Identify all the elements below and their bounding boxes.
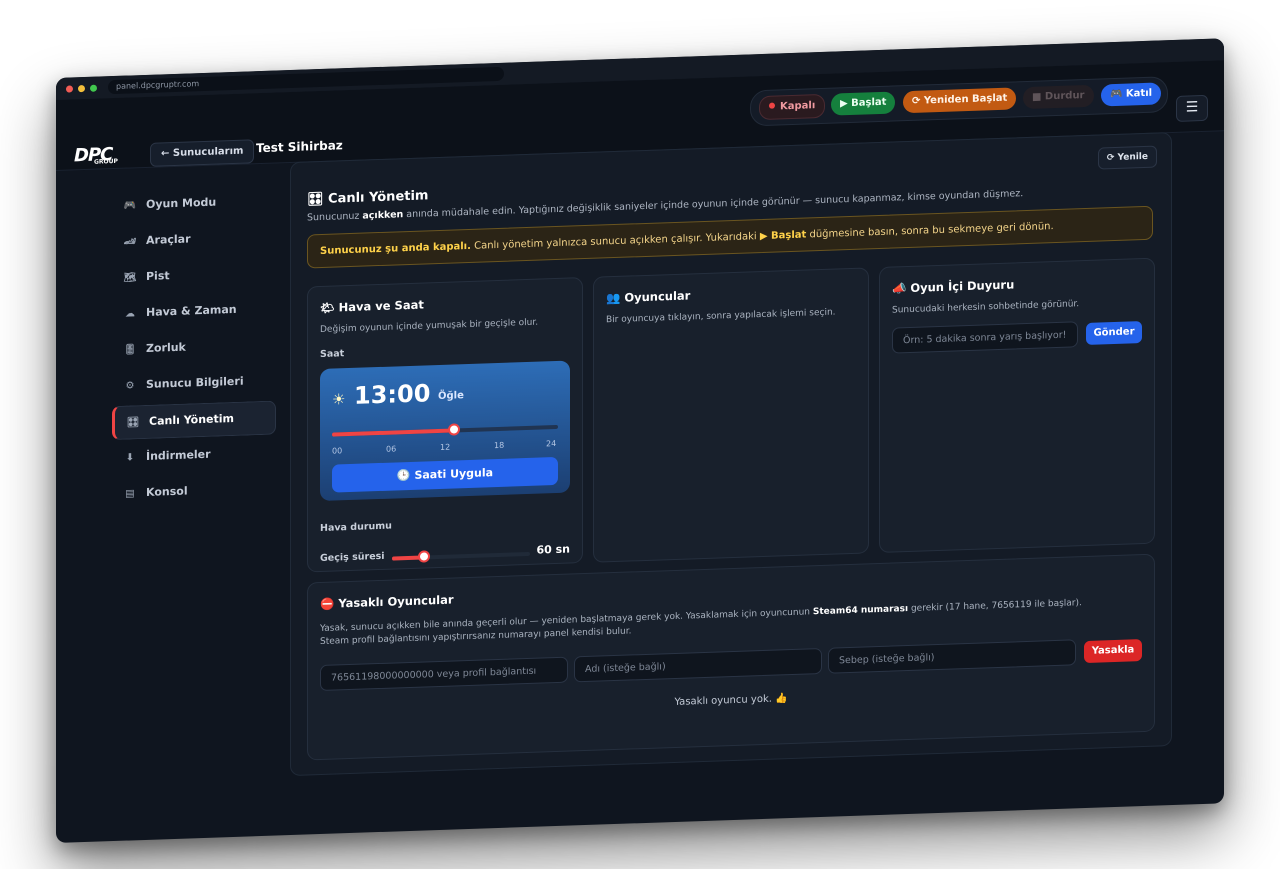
subtitle-bold: açıkken <box>362 209 404 222</box>
send-announcement-button[interactable]: Gönder <box>1086 321 1142 345</box>
sidebar-item-sunucu-bilgileri[interactable]: ⚙ Sunucu Bilgileri <box>112 365 272 402</box>
announcement-panel-subtitle: Sunucudaki herkesin sohbetinde görünür. <box>892 299 1080 316</box>
sidebar-item-label: Oyun Modu <box>146 195 217 211</box>
sidebar-item-pist[interactable]: 🗺 Pist <box>112 257 272 294</box>
maximize-window-dot[interactable] <box>90 84 97 92</box>
hamburger-menu-icon[interactable]: ☰ <box>1176 94 1208 122</box>
close-window-dot[interactable] <box>66 85 73 93</box>
sidebar-item-label: Canlı Yönetim <box>149 411 234 428</box>
players-panel-subtitle: Bir oyuncuya tıklayın, sonra yapılacak i… <box>606 307 836 326</box>
refresh-button[interactable]: ⟳ Yenile <box>1097 145 1157 170</box>
time-display: 13:00 <box>354 379 431 410</box>
time-tick: 00 <box>332 446 343 456</box>
warning-bold: Sunucunuz şu anda kapalı. <box>320 240 471 258</box>
time-slider[interactable] <box>332 423 558 437</box>
sidebar-item-konsol[interactable]: ▤ Konsol <box>112 473 272 510</box>
gear-icon: ⚙ <box>125 380 135 392</box>
stop-button[interactable]: ■ Durdur <box>1023 84 1094 110</box>
restart-button[interactable]: ⟳ Yeniden Başlat <box>903 87 1017 114</box>
live-management-section: ⟳ Yenile 🎛 Canlı Yönetim Sunucunuz açıkk… <box>290 132 1172 777</box>
transition-slider[interactable] <box>392 550 530 563</box>
time-tick: 24 <box>546 438 557 449</box>
transition-slider-handle[interactable] <box>417 550 430 563</box>
weather-panel-title: 🌤 Hava ve Saat <box>320 297 424 316</box>
page-title: 🎛 Canlı Yönetim <box>307 188 429 208</box>
subtitle-pre: Sunucunuz <box>307 210 363 224</box>
time-card: ☀ 13:00 Öğle 00 06 12 18 24 🕒 Saati Uygu… <box>320 360 570 502</box>
download-icon: ⬇ <box>125 452 135 464</box>
sidebar-item-indirmeler[interactable]: ⬇ İndirmeler <box>112 437 272 474</box>
time-slider-handle[interactable] <box>448 423 461 436</box>
race-car-icon: 🏎 <box>123 236 137 248</box>
status-badge: Kapalı <box>759 93 826 121</box>
announcement-panel: 📣 Oyun İçi Duyuru Sunucudaki herkesin so… <box>879 257 1155 554</box>
announcement-panel-title: 📣 Oyun İçi Duyuru <box>892 277 1015 296</box>
browser-window: panel.dpcgruptr.com DPC GROUP ← Sunucula… <box>56 38 1224 843</box>
time-label: Saat <box>320 348 345 361</box>
dpc-logo[interactable]: DPC GROUP <box>74 144 118 166</box>
warning-post: düğmesine basın, sonra bu sekmeye geri d… <box>806 221 1054 241</box>
sidebar-item-label: İndirmeler <box>146 447 211 463</box>
sidebar-item-label: Pist <box>146 269 170 283</box>
transition-value: 60 sn <box>536 542 570 557</box>
server-name: Test Sihirbaz <box>256 138 343 156</box>
time-tick: 18 <box>494 440 505 451</box>
banned-panel-title: ⛔ Yasaklı Oyuncular <box>320 592 454 612</box>
player-name-input[interactable]: Adı (isteğe bağlı) <box>574 647 822 683</box>
sidebar-item-oyun-modu[interactable]: 🎮 Oyun Modu <box>112 185 272 222</box>
slider-icon: 🎚 <box>123 344 137 356</box>
time-slider-fill <box>332 428 455 437</box>
logo-subtext: GROUP <box>94 157 118 166</box>
ban-reason-input[interactable]: Sebep (isteğe bağlı) <box>828 639 1076 674</box>
time-tick: 12 <box>440 442 451 452</box>
weather-time-panel: 🌤 Hava ve Saat Değişim oyunun içinde yum… <box>307 277 583 573</box>
sidebar-item-label: Araçlar <box>146 232 191 247</box>
warning-mid: Canlı yönetim yalnızca sunucu açıkken ça… <box>470 231 760 252</box>
back-to-servers-button[interactable]: ← Sunucularım <box>150 139 255 167</box>
day-part-label: Öğle <box>438 390 464 403</box>
time-tick: 06 <box>386 444 397 454</box>
screenshot-stage: panel.dpcgruptr.com DPC GROUP ← Sunucula… <box>0 0 1280 869</box>
sidebar-item-araclar[interactable]: 🏎 Araçlar <box>112 221 272 258</box>
warning-start-ref: ▶ Başlat <box>759 229 807 243</box>
gamepad-icon: 🎮 <box>123 200 137 212</box>
ban-button[interactable]: Yasakla <box>1084 639 1142 664</box>
banned-desc-bold: Steam64 numarası <box>812 604 909 618</box>
sidebar-item-canli-yonetim[interactable]: 🎛 Canlı Yönetim <box>112 400 276 441</box>
cloud-icon: ☁ <box>125 308 135 320</box>
weather-panel-subtitle: Değişim oyunun içinde yumuşak bir geçişl… <box>320 317 539 336</box>
server-controls: Kapalı ▶ Başlat ⟳ Yeniden Başlat ■ Durdu… <box>750 76 1168 127</box>
join-button[interactable]: 🎮 Katıl <box>1101 82 1162 107</box>
sun-icon: ☀ <box>332 390 346 409</box>
transition-label: Geçiş süresi <box>320 550 385 565</box>
sidebar-item-label: Sunucu Bilgileri <box>146 374 244 391</box>
start-button[interactable]: ▶ Başlat <box>831 91 896 116</box>
sidebar-item-zorluk[interactable]: 🎚 Zorluk <box>112 329 272 366</box>
sidebar-item-label: Hava & Zaman <box>146 302 237 319</box>
weather-condition-label: Hava durumu <box>320 520 392 535</box>
status-dot-icon <box>769 102 775 109</box>
apply-time-button[interactable]: 🕒 Saati Uygula <box>332 456 558 493</box>
steam-id-input[interactable]: 76561198000000000 veya profil bağlantısı <box>320 656 568 692</box>
players-panel: 👥 Oyuncular Bir oyuncuya tıklayın, sonra… <box>593 267 869 563</box>
map-icon: 🗺 <box>123 272 137 284</box>
sidebar-item-hava-zaman[interactable]: ☁ Hava & Zaman <box>112 293 272 330</box>
banned-players-panel: ⛔ Yasaklı Oyuncular Yasak, sunucu açıkke… <box>307 553 1155 761</box>
announcement-input[interactable]: Örn: 5 dakika sonra yarış başlıyor! <box>892 321 1078 354</box>
sidebar-item-label: Konsol <box>146 484 188 499</box>
sidebar-item-label: Zorluk <box>146 340 186 355</box>
minimize-window-dot[interactable] <box>78 85 85 93</box>
players-panel-title: 👥 Oyuncular <box>606 288 691 306</box>
control-knobs-icon: 🎛 <box>126 417 140 429</box>
console-icon: ▤ <box>125 488 135 500</box>
status-label: Kapalı <box>780 100 816 113</box>
